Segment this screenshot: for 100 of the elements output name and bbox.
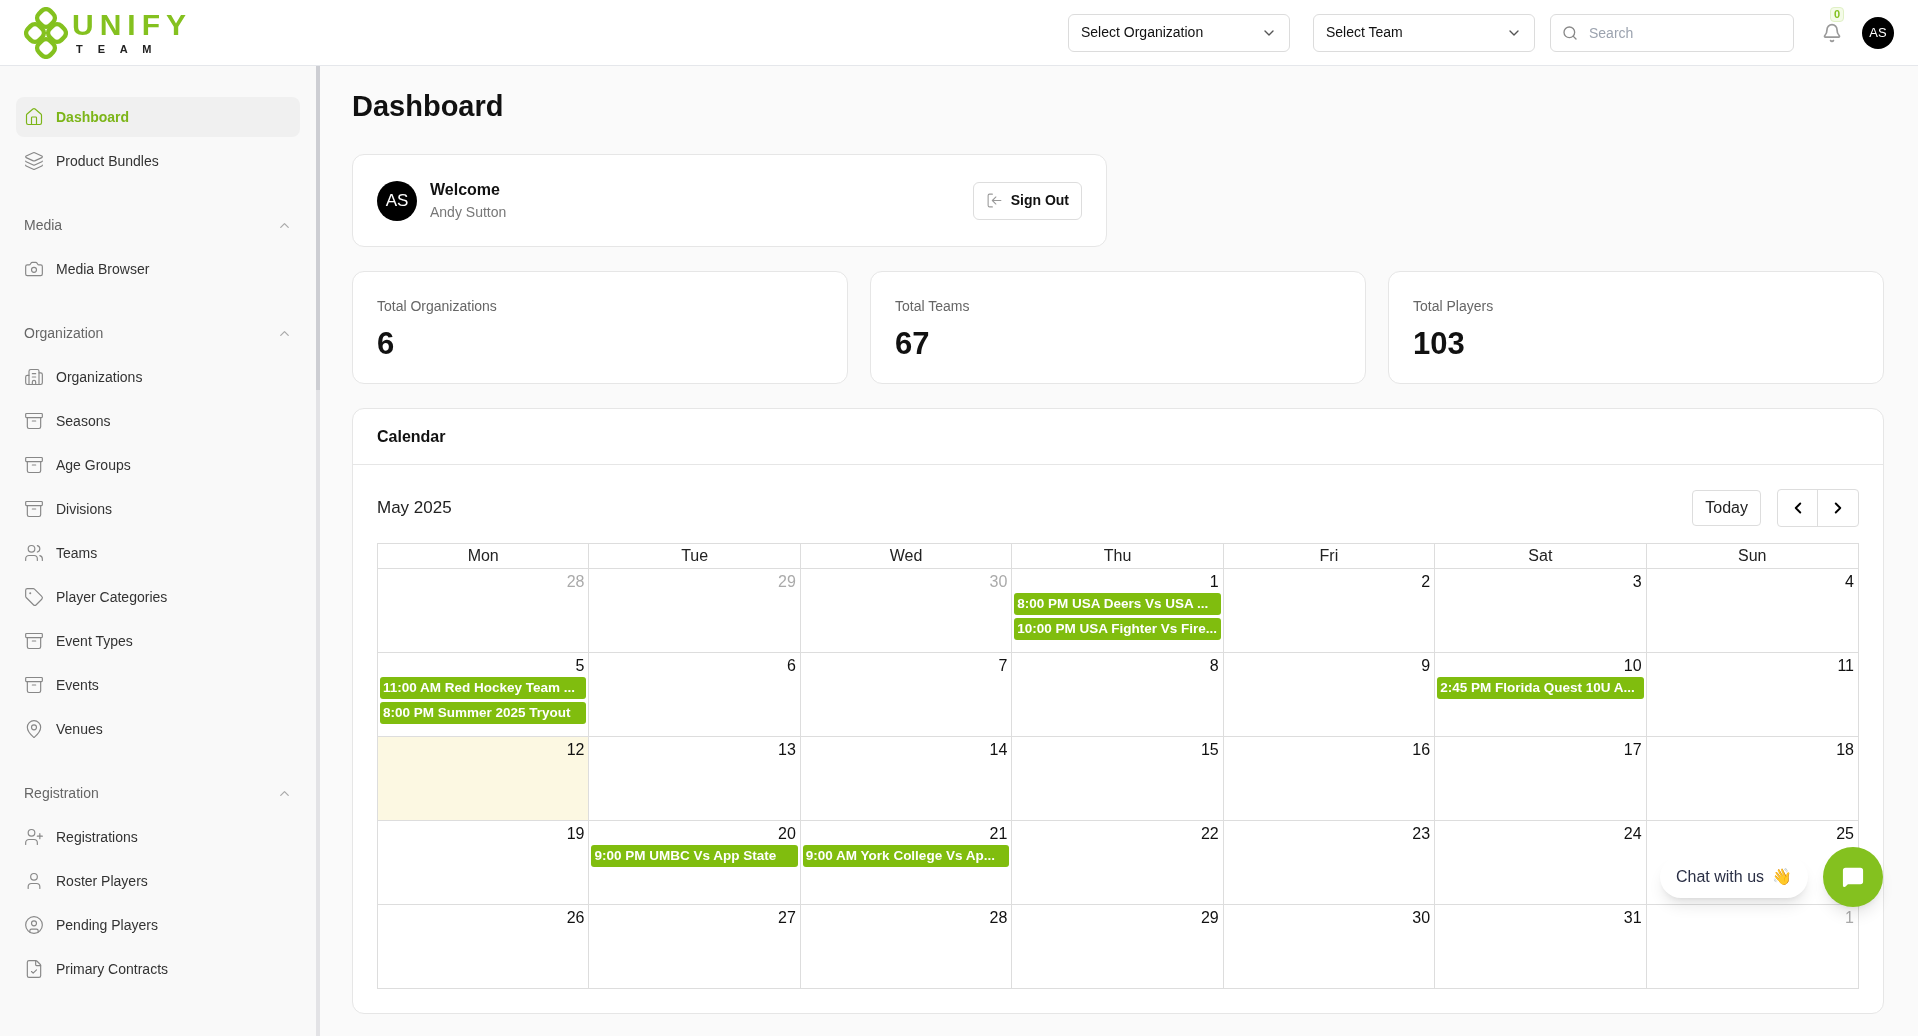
sidebar-item[interactable]: Event Types xyxy=(16,621,300,661)
stat-label: Total Organizations xyxy=(377,297,498,316)
day-number: 5 xyxy=(575,656,586,676)
sidebar-item[interactable]: Registrations xyxy=(16,817,300,857)
sidebar-item[interactable]: Teams xyxy=(16,533,300,573)
day-number: 28 xyxy=(989,908,1009,928)
calendar-day-cell[interactable]: 12 xyxy=(378,737,590,820)
sidebar-section-title: Organization xyxy=(24,323,104,343)
day-number: 23 xyxy=(1412,824,1432,844)
page-title: Dashboard xyxy=(352,89,505,124)
users-icon xyxy=(24,543,44,563)
day-number: 21 xyxy=(989,824,1009,844)
user-avatar[interactable]: AS xyxy=(1862,16,1894,49)
user-avatar: AS xyxy=(377,180,417,221)
day-number: 8 xyxy=(1209,656,1220,676)
search-icon xyxy=(1562,24,1578,41)
day-number: 22 xyxy=(1200,824,1220,844)
welcome-title: Welcome xyxy=(430,180,501,200)
sidebar-section-title: Media xyxy=(24,215,63,235)
map-pin-icon xyxy=(24,719,44,739)
day-number: 12 xyxy=(566,740,586,760)
day-number: 30 xyxy=(1412,908,1432,928)
calendar-day-cell[interactable]: 20 9:00 PM UMBC Vs App State xyxy=(589,821,801,904)
day-number: 3 xyxy=(1632,572,1643,592)
chat-bubble-icon xyxy=(1842,866,1865,888)
calendar-day-cell[interactable]: 21 9:00 AM York College Vs Ap... xyxy=(800,821,1013,904)
day-number: 25 xyxy=(1836,824,1855,844)
sidebar-item[interactable]: Media Browser xyxy=(16,249,300,289)
calendar-day-cell[interactable]: 10 2:45 PM Florida Quest 10U A... xyxy=(1435,653,1647,736)
day-number: 6 xyxy=(786,656,797,676)
knot-logo-icon xyxy=(24,6,68,59)
bell-icon[interactable] xyxy=(1822,22,1842,43)
tag-icon xyxy=(24,587,44,607)
day-number: 18 xyxy=(1836,740,1855,760)
user-name: Andy Sutton xyxy=(430,203,507,222)
day-number: 9 xyxy=(1421,656,1432,676)
box-icon xyxy=(24,411,44,431)
sidebar-scrollbar[interactable] xyxy=(316,66,320,1036)
user-plus-icon xyxy=(24,827,44,847)
sidebar-item[interactable]: Organizations xyxy=(16,357,300,397)
sidebar-item[interactable]: Pending Players xyxy=(16,905,300,945)
sidebar-item[interactable]: Roster Players xyxy=(16,861,300,901)
day-number: 31 xyxy=(1623,908,1643,928)
day-number: 27 xyxy=(778,908,797,928)
day-number: 2 xyxy=(1421,572,1432,592)
sidebar-item[interactable]: Primary Contracts xyxy=(16,949,300,989)
day-number: 7 xyxy=(998,656,1009,676)
stat-label: Total Teams xyxy=(895,297,971,316)
file-check-icon xyxy=(24,959,44,979)
day-number: 10 xyxy=(1623,656,1643,676)
day-number: 11 xyxy=(1837,656,1855,676)
chat-tooltip[interactable]: Chat with us 👋 xyxy=(1660,856,1809,898)
stat-value: 6 xyxy=(377,325,396,363)
logo-wordmark: UNIFY xyxy=(72,10,192,40)
day-number: 26 xyxy=(566,908,586,928)
user-circle-icon xyxy=(24,915,44,935)
sidebar-section-title: Registration xyxy=(24,783,99,803)
layers-icon xyxy=(24,151,44,171)
sidebar-item[interactable]: Venues xyxy=(16,709,300,749)
day-number: 15 xyxy=(1200,740,1220,760)
logo-subtitle: T E A M xyxy=(75,44,159,55)
search-field[interactable]: Search xyxy=(1550,13,1794,52)
calendar-title: Calendar xyxy=(377,426,446,447)
day-number: 1 xyxy=(1845,908,1855,928)
stat-value: 67 xyxy=(895,325,931,363)
sidebar-item[interactable]: Product Bundles xyxy=(16,141,300,181)
month-label: May 2025 xyxy=(377,497,452,520)
day-number: 13 xyxy=(778,740,797,760)
box-icon xyxy=(24,455,44,475)
day-number: 1 xyxy=(1209,572,1220,592)
sidebar-item[interactable]: Age Groups xyxy=(16,445,300,485)
organization-select[interactable]: Select Organization xyxy=(1068,13,1290,52)
sidebar-item[interactable]: Seasons xyxy=(16,401,300,441)
day-number: 14 xyxy=(989,740,1009,760)
day-number: 24 xyxy=(1623,824,1643,844)
day-number: 29 xyxy=(1200,908,1220,928)
sidebar-item[interactable]: Divisions xyxy=(16,489,300,529)
day-number: 19 xyxy=(566,824,586,844)
day-number: 28 xyxy=(566,572,586,592)
box-icon xyxy=(24,675,44,695)
team-select[interactable]: Select Team xyxy=(1313,13,1535,52)
stat-value: 103 xyxy=(1413,325,1466,363)
sidebar-item[interactable]: Player Categories xyxy=(16,577,300,617)
day-number: 30 xyxy=(989,572,1009,592)
day-number: 29 xyxy=(778,572,797,592)
home-icon xyxy=(24,107,44,127)
sign-out-icon xyxy=(985,192,1003,209)
day-number: 20 xyxy=(778,824,797,844)
day-number: 4 xyxy=(1845,572,1855,592)
notification-count: 0 xyxy=(1830,6,1845,22)
stat-label: Total Players xyxy=(1413,297,1495,316)
box-icon xyxy=(24,499,44,519)
sidebar-item[interactable]: Events xyxy=(16,665,300,705)
day-number: 16 xyxy=(1412,740,1432,760)
box-icon xyxy=(24,631,44,651)
sign-out-button[interactable]: Sign Out xyxy=(972,181,1082,220)
camera-icon xyxy=(24,259,44,279)
day-number: 17 xyxy=(1623,740,1643,760)
today-button[interactable]: Today xyxy=(1692,490,1761,526)
building-icon xyxy=(24,367,44,387)
